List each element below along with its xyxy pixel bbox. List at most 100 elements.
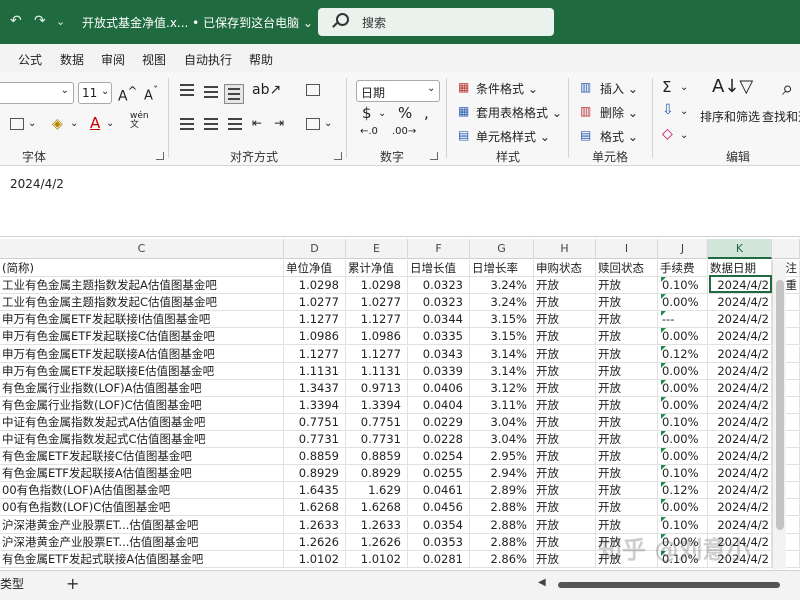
tab-formulas[interactable]: 公式 — [18, 51, 42, 68]
cell-redeem[interactable]: 开放 — [596, 413, 658, 431]
cell-chg[interactable]: 0.0354 — [408, 516, 470, 534]
cell-nav[interactable]: 1.6268 — [284, 499, 346, 517]
comma-style-icon[interactable]: , — [424, 104, 429, 122]
find-select-icon[interactable]: ⌕ — [782, 76, 793, 100]
autosum-icon[interactable]: Σ — [662, 78, 671, 96]
tab-help[interactable]: 帮助 — [249, 51, 273, 68]
cell-chg[interactable]: 0.0281 — [408, 550, 470, 568]
horizontal-scroll-thumb[interactable] — [558, 582, 780, 588]
formula-bar[interactable]: 2024/4/2 — [0, 167, 800, 237]
cell-pct[interactable]: 2.88% — [470, 516, 534, 534]
sheet-tab[interactable]: 类型 — [0, 575, 24, 592]
cell-redeem[interactable]: 开放 — [596, 465, 658, 483]
chevron-down-icon[interactable]: ⌄ — [680, 106, 688, 117]
cell-buy[interactable]: 开放 — [534, 328, 596, 346]
cell-name[interactable]: 中证有色金属指数发起式C估值图基金吧 — [0, 431, 284, 448]
cell-buy[interactable]: 开放 — [534, 277, 596, 295]
align-top-icon[interactable] — [180, 84, 194, 96]
cell-pct[interactable]: 2.88% — [470, 533, 534, 551]
cell-date[interactable]: 2024/4/2 — [708, 396, 772, 414]
cell-acc[interactable]: 1.629 — [346, 482, 408, 500]
tab-review[interactable]: 审阅 — [101, 51, 125, 68]
cell-acc[interactable]: 0.9713 — [346, 379, 408, 397]
cell-name[interactable]: 申万有色金属ETF发起联接I估值图基金吧 — [0, 311, 284, 329]
column-title-chg[interactable]: 日增长值 — [408, 260, 470, 277]
cell-redeem[interactable]: 开放 — [596, 311, 658, 329]
cell-name[interactable]: 有色金属行业指数(LOF)A估值图基金吧 — [0, 379, 284, 397]
number-dialog-launcher-icon[interactable] — [430, 152, 438, 160]
cell-date[interactable]: 2024/4/2 — [708, 311, 772, 329]
cell-redeem[interactable]: 开放 — [596, 396, 658, 414]
column-title-name[interactable]: (简称) — [0, 260, 284, 277]
cell-chg[interactable]: 0.0461 — [408, 482, 470, 500]
cell-acc[interactable]: 1.1131 — [346, 362, 408, 380]
cell-chg[interactable]: 0.0323 — [408, 277, 470, 295]
column-header-i[interactable]: I — [596, 239, 658, 259]
cell-buy[interactable]: 开放 — [534, 448, 596, 466]
align-right-icon[interactable] — [228, 118, 242, 130]
cell-acc[interactable]: 1.0277 — [346, 294, 408, 312]
conditional-format-button[interactable]: 条件格式 ⌄ — [476, 80, 538, 97]
align-middle-icon[interactable] — [204, 86, 218, 98]
cell-redeem[interactable]: 开放 — [596, 328, 658, 346]
cell-name[interactable]: 申万有色金属ETF发起联接C估值图基金吧 — [0, 328, 284, 346]
cell-nav[interactable]: 0.8929 — [284, 465, 346, 483]
cell-buy[interactable]: 开放 — [534, 516, 596, 534]
sort-filter-icon[interactable]: A↓▽ — [712, 76, 753, 97]
cell-chg[interactable]: 0.0228 — [408, 431, 470, 448]
cell-pct[interactable]: 3.12% — [470, 379, 534, 397]
add-sheet-icon[interactable]: + — [66, 574, 79, 593]
cell-acc[interactable]: 1.1277 — [346, 311, 408, 329]
cell-acc[interactable]: 1.0102 — [346, 550, 408, 568]
cell-chg[interactable]: 0.0335 — [408, 328, 470, 346]
cell-acc[interactable]: 0.7751 — [346, 413, 408, 431]
format-cells-button[interactable]: 格式 ⌄ — [600, 128, 638, 145]
cell-name[interactable]: 沪深港黄金产业股票ET...估值图基金吧 — [0, 533, 284, 551]
cell-name[interactable]: 有色金属ETF发起式联接A估值图基金吧 — [0, 550, 284, 568]
cell-nav[interactable]: 1.1277 — [284, 345, 346, 363]
cell-name[interactable]: 申万有色金属ETF发起联接A估值图基金吧 — [0, 345, 284, 363]
cell-nav[interactable]: 1.2633 — [284, 516, 346, 534]
cell-buy[interactable]: 开放 — [534, 413, 596, 431]
cell-name[interactable]: 工业有色金属主题指数发起C估值图基金吧 — [0, 294, 284, 312]
cell-name[interactable]: 00有色指数(LOF)C估值图基金吧 — [0, 499, 284, 517]
cell-name[interactable]: 申万有色金属ETF发起联接E估值图基金吧 — [0, 362, 284, 380]
cell-pct[interactable]: 3.14% — [470, 345, 534, 363]
cell-nav[interactable]: 1.2626 — [284, 533, 346, 551]
cell-nav[interactable]: 1.3437 — [284, 379, 346, 397]
decrease-decimal-icon[interactable]: .00→ — [392, 126, 416, 137]
font-name-box[interactable]: ⌄ — [0, 82, 74, 104]
cell-nav[interactable]: 1.0298 — [284, 277, 346, 295]
cell-acc[interactable]: 1.2633 — [346, 516, 408, 534]
cell-pct[interactable]: 3.15% — [470, 311, 534, 329]
cell-pct[interactable]: 2.88% — [470, 499, 534, 517]
cell-pct[interactable]: 3.15% — [470, 328, 534, 346]
cell-acc[interactable]: 0.8929 — [346, 465, 408, 483]
column-header-e[interactable]: E — [346, 239, 408, 259]
wrap-text-icon[interactable] — [306, 84, 320, 96]
cell-acc[interactable]: 1.1277 — [346, 345, 408, 363]
column-header-c[interactable]: C — [0, 239, 284, 259]
cell-name[interactable]: 有色金属行业指数(LOF)C估值图基金吧 — [0, 396, 284, 414]
alignment-dialog-launcher-icon[interactable] — [334, 152, 342, 160]
cell-date[interactable]: 2024/4/2 — [708, 431, 772, 448]
column-title-redeem[interactable]: 赎回状态 — [596, 260, 658, 277]
find-select-button[interactable]: 查找和选 — [762, 108, 800, 125]
font-size-box[interactable]: 11 ⌄ — [78, 82, 112, 104]
tab-automate[interactable]: 自动执行 — [184, 51, 232, 68]
cell-redeem[interactable]: 开放 — [596, 431, 658, 448]
font-dialog-launcher-icon[interactable] — [156, 152, 164, 160]
chevron-down-icon[interactable]: ⌄ — [680, 82, 688, 93]
chevron-down-icon[interactable]: ⌄ — [680, 130, 688, 141]
cell-acc[interactable]: 1.2626 — [346, 533, 408, 551]
cell-date[interactable]: 2024/4/2 — [708, 379, 772, 397]
selected-cell[interactable] — [709, 275, 772, 293]
cell-redeem[interactable]: 开放 — [596, 379, 658, 397]
tab-view[interactable]: 视图 — [142, 51, 166, 68]
cell-pct[interactable]: 3.04% — [470, 413, 534, 431]
cell-buy[interactable]: 开放 — [534, 550, 596, 568]
cell-chg[interactable]: 0.0254 — [408, 448, 470, 466]
cell-name[interactable]: 沪深港黄金产业股票ET...估值图基金吧 — [0, 516, 284, 534]
cell-pct[interactable]: 3.24% — [470, 277, 534, 295]
align-center-icon[interactable] — [204, 118, 218, 130]
